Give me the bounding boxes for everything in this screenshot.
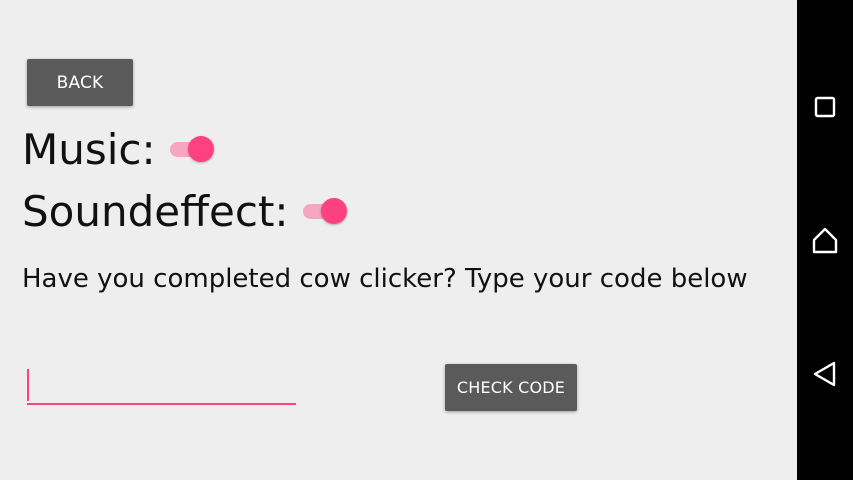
check-code-button[interactable]: CHECK CODE [445,364,577,411]
home-icon [812,227,838,254]
recents-button[interactable] [797,79,853,135]
soundeffect-toggle[interactable] [301,196,349,226]
back-button[interactable]: BACK [27,59,133,106]
nav-back-button[interactable] [797,346,853,402]
check-code-button-label: CHECK CODE [456,378,566,397]
music-setting-row: Music: [22,124,216,174]
back-button-label: BACK [56,72,104,93]
code-input[interactable] [27,365,296,405]
settings-screen: BACK Music: Soundeffect: Have you comple… [0,0,797,480]
back-icon [813,361,836,387]
music-label: Music: [22,124,156,174]
navigation-bar [797,0,853,480]
recents-icon [814,96,836,118]
soundeffect-setting-row: Soundeffect: [22,186,349,236]
music-toggle-thumb [187,136,214,162]
soundeffect-label: Soundeffect: [22,186,289,236]
music-toggle[interactable] [168,134,216,164]
home-button[interactable] [797,212,853,268]
code-prompt: Have you completed cow clicker? Type you… [22,264,748,294]
text-cursor [27,369,29,401]
soundeffect-toggle-thumb [320,198,347,224]
device-screen: BACK Music: Soundeffect: Have you comple… [0,0,853,480]
